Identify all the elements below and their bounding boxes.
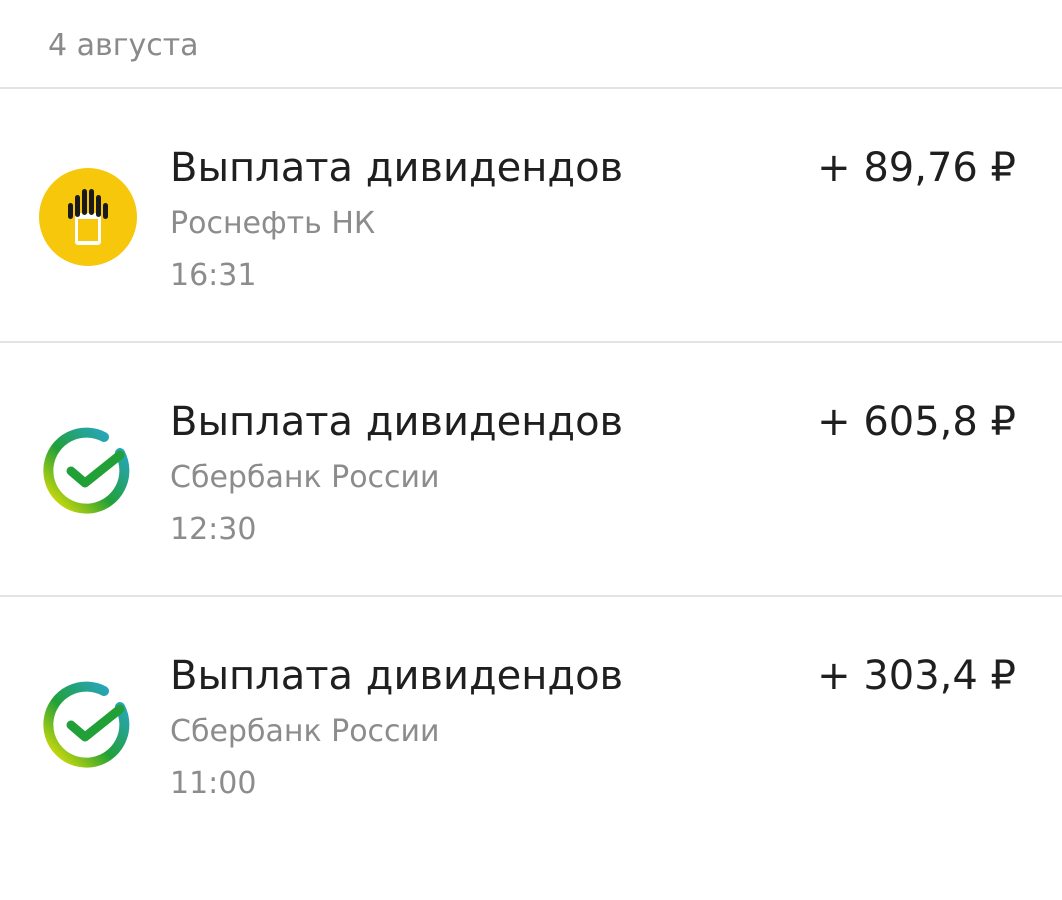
operation-row[interactable]: Выплата дивидендов + 605,8 ₽ Сбербанк Ро… — [0, 394, 1062, 646]
operation-amount: + 89,76 ₽ — [817, 145, 1016, 191]
divider — [0, 595, 1062, 597]
operation-title: Выплата дивидендов — [170, 399, 624, 445]
sberbank-logo-icon — [38, 421, 138, 521]
operation-time: 11:00 — [170, 766, 257, 801]
operation-amount: + 605,8 ₽ — [817, 399, 1016, 445]
divider — [0, 341, 1062, 343]
operation-amount: + 303,4 ₽ — [817, 653, 1016, 699]
operation-time: 12:30 — [170, 512, 257, 547]
divider — [0, 87, 1062, 89]
operation-row[interactable]: Выплата дивидендов + 303,4 ₽ Сбербанк Ро… — [0, 648, 1062, 900]
sberbank-logo-icon — [38, 675, 138, 775]
rosneft-logo-icon — [38, 167, 138, 267]
operation-time: 16:31 — [170, 258, 257, 293]
operation-company: Сбербанк России — [170, 714, 440, 749]
date-header: 4 августа — [48, 28, 199, 63]
operation-company: Сбербанк России — [170, 460, 440, 495]
operation-title: Выплата дивидендов — [170, 145, 624, 191]
operation-title: Выплата дивидендов — [170, 653, 624, 699]
operation-row[interactable]: Выплата дивидендов + 89,76 ₽ Роснефть НК… — [0, 140, 1062, 392]
operation-company: Роснефть НК — [170, 206, 376, 241]
